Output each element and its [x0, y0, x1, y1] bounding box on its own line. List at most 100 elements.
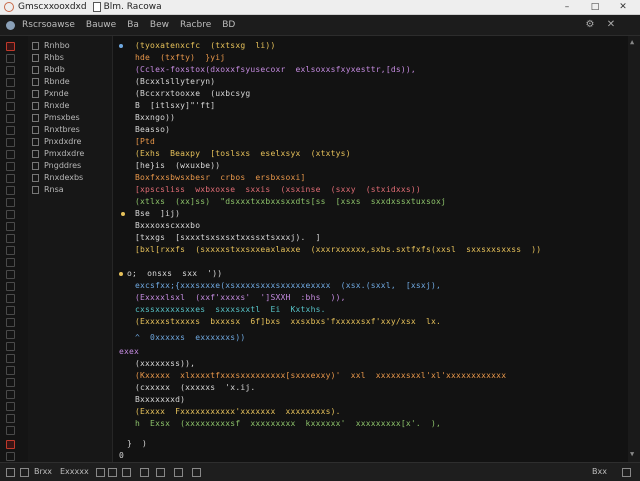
status-toggle-icon[interactable] — [174, 468, 183, 477]
sidebar-item[interactable]: Rnsa — [32, 185, 64, 194]
line-checkbox[interactable] — [6, 294, 15, 303]
sidebar-item[interactable]: Rnhbo — [32, 41, 70, 50]
line-checkbox[interactable] — [6, 114, 15, 123]
code-line: h Exsx (xxxxxxxxxsf xxxxxxxxx kxxxxxx' x… — [135, 419, 442, 428]
line-checkbox[interactable] — [6, 306, 15, 315]
sidebar-item[interactable]: Rhbs — [32, 53, 64, 62]
code-line: (Bccxrxtooxxe (uxbcsyg — [135, 89, 251, 98]
status-toggle-icon[interactable] — [140, 468, 149, 477]
file-icon — [32, 125, 39, 134]
code-line: excsfxx;{xxxsxxxe(xsxxxxsxxxsxxxxxexxxx … — [135, 281, 442, 290]
code-line: exex — [119, 347, 140, 356]
line-checkbox[interactable] — [6, 452, 15, 461]
menu-item-run[interactable]: Racbre — [180, 20, 211, 30]
app-logo-icon — [6, 20, 15, 30]
line-checkbox[interactable] — [6, 102, 15, 111]
panel-icon[interactable] — [20, 468, 29, 477]
line-checkbox[interactable] — [6, 126, 15, 135]
line-checkbox[interactable] — [6, 390, 15, 399]
line-marker-icon — [121, 212, 125, 216]
line-checkbox[interactable] — [6, 378, 15, 387]
line-checkbox[interactable] — [6, 174, 15, 183]
code-line: (Kxxxxx xlxxxxtfxxxsxxxxxxxxx[sxxxexxy)'… — [135, 371, 507, 380]
line-checkbox[interactable] — [6, 66, 15, 75]
line-checkbox[interactable] — [6, 78, 15, 87]
settings-gear-icon[interactable]: ⚙ — [584, 19, 596, 31]
sidebar-item[interactable]: Rnxdexbs — [32, 173, 83, 182]
file-icon — [32, 53, 39, 62]
line-checkbox[interactable] — [6, 342, 15, 351]
line-checkbox[interactable] — [6, 222, 15, 231]
line-checkbox[interactable] — [6, 282, 15, 291]
code-line: cxssxxxxxsxxes sxxxsxxtl Ei Kxtxhs. — [135, 305, 326, 314]
sidebar-item[interactable]: Pxnde — [32, 89, 69, 98]
breakpoint-checkbox[interactable] — [6, 440, 15, 449]
file-icon — [32, 161, 39, 170]
code-line: (Exhs Beaxpy [toslsxs eselxsyx (xtxtys) — [135, 149, 351, 158]
maximize-button[interactable]: □ — [580, 0, 610, 14]
line-checkbox[interactable] — [6, 150, 15, 159]
line-checkbox[interactable] — [6, 198, 15, 207]
line-checkbox[interactable] — [6, 234, 15, 243]
sidebar-item[interactable]: Rbnde — [32, 77, 70, 86]
menu-item-edit[interactable]: Bauwe — [86, 20, 116, 30]
scroll-down-icon[interactable]: ▼ — [630, 450, 634, 458]
close-panel-icon[interactable]: ✕ — [605, 19, 617, 31]
sidebar-item[interactable]: Rnxde — [32, 101, 69, 110]
line-checkbox[interactable] — [6, 318, 15, 327]
line-checkbox[interactable] — [6, 246, 15, 255]
line-checkbox[interactable] — [6, 366, 15, 375]
file-icon — [32, 65, 39, 74]
status-item-errors[interactable]: Exxxxx — [60, 467, 89, 476]
line-checkbox[interactable] — [6, 258, 15, 267]
line-checkbox[interactable] — [6, 90, 15, 99]
sidebar-item[interactable]: Rnxtbres — [32, 125, 80, 134]
code-line: (xxxxxxss)), — [135, 359, 196, 368]
sidebar-item[interactable]: Pmsxbes — [32, 113, 80, 122]
code-line: (tyoxatenxcfc (txtsxg li)) — [135, 41, 276, 50]
close-button[interactable]: ✕ — [608, 0, 638, 14]
window-tab-secondary[interactable]: Blm. Racowa — [104, 2, 162, 12]
line-checkbox[interactable] — [6, 186, 15, 195]
status-item-encoding[interactable]: Bxx — [592, 467, 607, 476]
code-line: Beasso) — [135, 125, 171, 134]
menu-item-view[interactable]: Ba — [127, 20, 139, 30]
menu-item-file[interactable]: Rscrsoawse — [22, 20, 75, 30]
vertical-scrollbar[interactable]: ▲ ▼ — [628, 36, 640, 462]
status-item-branch[interactable]: Brxx — [34, 467, 52, 476]
code-editor[interactable]: (tyoxatenxcfc (txtsxg li)) hde (txfty) }… — [113, 36, 628, 462]
line-marker-icon — [119, 44, 123, 48]
line-checkbox[interactable] — [6, 162, 15, 171]
file-icon — [32, 137, 39, 146]
notifications-icon[interactable] — [622, 468, 631, 477]
file-icon — [32, 173, 39, 182]
sidebar-item[interactable]: Pngddres — [32, 161, 81, 170]
sidebar-item[interactable]: Pmxdxdre — [32, 149, 84, 158]
scroll-up-icon[interactable]: ▲ — [630, 38, 634, 46]
breakpoint-checkbox[interactable] — [6, 42, 15, 51]
line-checkbox[interactable] — [6, 54, 15, 63]
code-line: Bxxxxxxxd) — [135, 395, 186, 404]
sidebar-item[interactable]: Pnxdxdre — [32, 137, 81, 146]
line-checkbox[interactable] — [6, 354, 15, 363]
status-toggle-icon[interactable] — [122, 468, 131, 477]
line-checkbox[interactable] — [6, 210, 15, 219]
menu-item-help[interactable]: BD — [222, 20, 235, 30]
status-toggle-icon[interactable] — [108, 468, 117, 477]
line-checkbox[interactable] — [6, 426, 15, 435]
line-checkbox[interactable] — [6, 330, 15, 339]
status-toggle-icon[interactable] — [156, 468, 165, 477]
code-line: [txxgs [sxxxtsxsxsxtxxssxtsxxxj). ] — [135, 233, 321, 242]
window-tab-primary[interactable]: Gmscxxooxdxd — [18, 2, 87, 12]
terminal-icon[interactable] — [6, 468, 15, 477]
sidebar-item[interactable]: Rbdb — [32, 65, 65, 74]
menu-item-go[interactable]: Bew — [150, 20, 169, 30]
gutter-panel — [0, 36, 28, 462]
line-checkbox[interactable] — [6, 270, 15, 279]
status-toggle-icon[interactable] — [192, 468, 201, 477]
line-checkbox[interactable] — [6, 138, 15, 147]
minimize-button[interactable]: – — [552, 0, 582, 14]
line-checkbox[interactable] — [6, 402, 15, 411]
line-checkbox[interactable] — [6, 414, 15, 423]
status-toggle-icon[interactable] — [96, 468, 105, 477]
